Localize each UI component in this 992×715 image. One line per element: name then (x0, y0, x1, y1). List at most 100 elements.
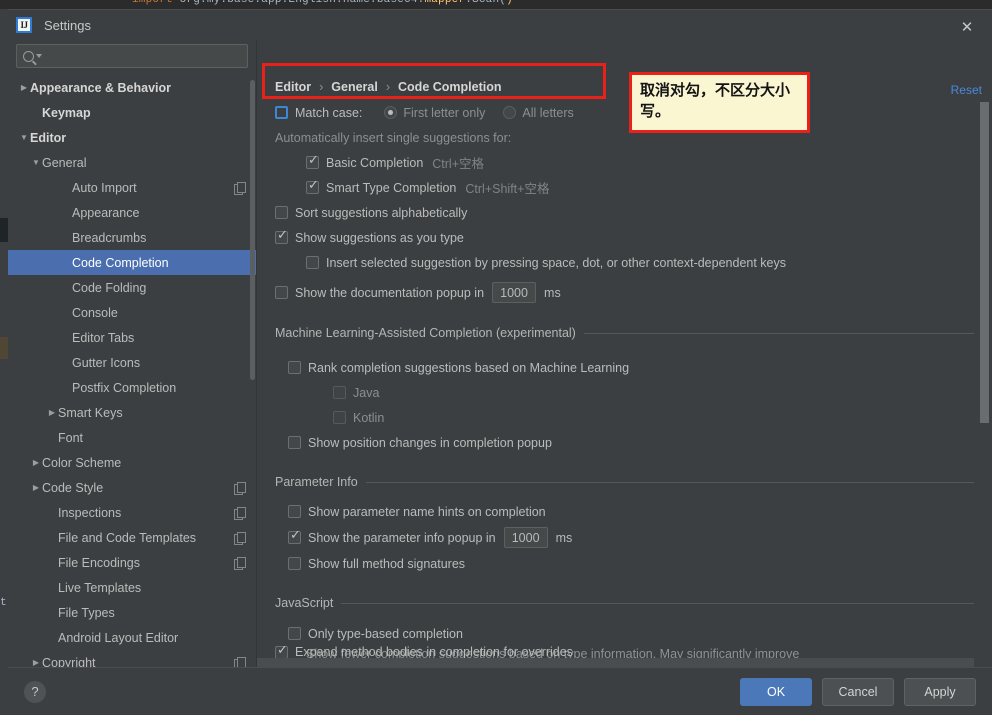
help-icon[interactable]: ? (24, 680, 46, 703)
sidebar-item-appearance-behavior[interactable]: ▶ Appearance & Behavior (8, 75, 256, 100)
sidebar-item-label: Code Completion (72, 255, 169, 270)
ml-java-row: Java (257, 380, 992, 405)
dialog-body: ▶ Appearance & Behavior Keymap ▼ Editor ▼ Gene… (8, 40, 992, 667)
sidebar-item-keymap[interactable]: Keymap (8, 100, 256, 125)
copy-settings-icon[interactable] (234, 481, 246, 495)
settings-tree[interactable]: ▶ Appearance & Behavior Keymap ▼ Editor ▼ Gene… (8, 74, 256, 667)
sidebar-item-live-templates[interactable]: Live Templates (8, 575, 256, 600)
chevron-right-icon[interactable]: ▶ (18, 83, 30, 92)
copy-settings-icon[interactable] (234, 656, 246, 667)
code-token: org.my.base.app.English.name.base64. (179, 0, 425, 6)
chevron-down-icon[interactable] (36, 54, 42, 58)
sidebar-item-android-layout-editor[interactable]: Android Layout Editor (8, 625, 256, 650)
sidebar-item-color-scheme[interactable]: ▶ Color Scheme (8, 450, 256, 475)
chevron-right-icon[interactable]: ▶ (30, 458, 42, 467)
sidebar-scrollbar-thumb[interactable] (250, 80, 255, 380)
first-letter-only-label: First letter only (403, 105, 486, 120)
basic-completion-label: Basic Completion (326, 155, 424, 170)
match-case-checkbox[interactable] (275, 106, 288, 119)
param-name-hints-checkbox[interactable] (288, 505, 301, 518)
sidebar-item-gutter-icons[interactable]: Gutter Icons (8, 350, 256, 375)
sidebar-item-file-types[interactable]: File Types (8, 600, 256, 625)
dialog-titlebar[interactable]: IJ Settings ✕ (8, 10, 992, 40)
breadcrumb: Editor › General › Code Completion (275, 80, 501, 94)
copy-settings-icon[interactable] (234, 531, 246, 545)
search-input[interactable] (46, 48, 241, 64)
breadcrumb-item-editor[interactable]: Editor (275, 80, 311, 94)
sidebar-item-label: Console (72, 305, 118, 320)
all-letters-label: All letters (522, 105, 574, 120)
ml-java-checkbox[interactable] (333, 386, 346, 399)
js-only-type-based-row: Only type-based completion (257, 621, 992, 646)
ml-rank-label: Rank completion suggestions based on Mac… (308, 360, 630, 375)
sidebar-item-breadcrumbs[interactable]: Breadcrumbs (8, 225, 256, 250)
copy-settings-icon[interactable] (234, 506, 246, 520)
sidebar-item-editor-tabs[interactable]: Editor Tabs (8, 325, 256, 350)
basic-completion-row: Basic Completion Ctrl+空格 (257, 150, 992, 175)
sidebar-item-postfix-completion[interactable]: Postfix Completion (8, 375, 256, 400)
background-code-line: import org.my.base.app.English.name.base… (0, 0, 992, 9)
first-letter-only-radio[interactable] (384, 106, 398, 119)
sidebar-item-auto-import[interactable]: Auto Import (8, 175, 256, 200)
parameter-info-group-title: Parameter Info (275, 475, 358, 489)
cancel-button[interactable]: Cancel (822, 677, 894, 706)
search-box[interactable] (16, 44, 248, 68)
show-as-you-type-row: Show suggestions as you type (257, 225, 992, 250)
sidebar-item-label: Copyright (42, 655, 96, 668)
copy-settings-icon[interactable] (234, 556, 246, 570)
ide-left-panel-marker (0, 218, 8, 242)
sidebar-item-code-folding[interactable]: Code Folding (8, 275, 256, 300)
copy-settings-icon[interactable] (234, 181, 246, 195)
sidebar-item-file-and-code-templates[interactable]: File and Code Templates (8, 525, 256, 550)
ml-kotlin-checkbox[interactable] (333, 411, 346, 424)
ml-java-label: Java (353, 385, 380, 400)
js-only-type-based-checkbox[interactable] (288, 627, 301, 640)
sidebar-item-label: Appearance (72, 205, 140, 220)
sidebar-item-code-completion[interactable]: Code Completion (8, 250, 256, 275)
param-info-delay-input[interactable]: 1000 (503, 527, 548, 548)
show-as-you-type-label: Show suggestions as you type (295, 230, 464, 245)
js-clipped-checkbox[interactable] (275, 646, 288, 658)
insert-selected-checkbox[interactable] (306, 256, 319, 269)
sidebar-item-smart-keys[interactable]: ▶ Smart Keys (8, 400, 256, 425)
sidebar-item-console[interactable]: Console (8, 300, 256, 325)
doc-popup-checkbox[interactable] (275, 286, 288, 299)
ml-rank-checkbox[interactable] (288, 361, 301, 374)
sidebar-item-label: Gutter Icons (72, 355, 141, 370)
chevron-down-icon[interactable]: ▼ (18, 133, 30, 142)
breadcrumb-item-general[interactable]: General (331, 80, 378, 94)
sidebar-item-file-encodings[interactable]: File Encodings (8, 550, 256, 575)
sidebar-item-label: Editor (30, 130, 67, 145)
breadcrumb-item-code-completion: Code Completion (398, 80, 502, 94)
reset-link[interactable]: Reset (951, 83, 982, 97)
all-letters-radio[interactable] (503, 106, 517, 119)
show-as-you-type-checkbox[interactable] (275, 228, 288, 244)
param-full-signatures-label: Show full method signatures (308, 556, 466, 571)
param-info-popup-checkbox[interactable] (288, 528, 301, 544)
apply-button[interactable]: Apply (904, 677, 976, 706)
group-divider (341, 602, 974, 604)
chevron-down-icon[interactable]: ▼ (30, 158, 42, 167)
chevron-right-icon[interactable]: ▶ (46, 408, 58, 417)
chevron-right-icon[interactable]: ▶ (30, 483, 42, 492)
dialog-title: Settings (44, 17, 91, 33)
basic-completion-checkbox[interactable] (306, 153, 319, 169)
ok-button[interactable]: OK (740, 677, 812, 706)
param-full-signatures-checkbox[interactable] (288, 557, 301, 570)
sidebar-item-font[interactable]: Font (8, 425, 256, 450)
content-horizontal-scrollbar[interactable] (257, 658, 974, 667)
smart-type-completion-checkbox[interactable] (306, 178, 319, 194)
sidebar-item-appearance[interactable]: Appearance (8, 200, 256, 225)
content-scrollbar-thumb[interactable] (980, 102, 989, 423)
sort-alphabetically-checkbox[interactable] (275, 206, 288, 219)
sidebar-item-inspections[interactable]: Inspections (8, 500, 256, 525)
ml-position-changes-checkbox[interactable] (288, 436, 301, 449)
sidebar-item-code-style[interactable]: ▶ Code Style (8, 475, 256, 500)
chevron-right-icon[interactable]: ▶ (30, 658, 42, 667)
sidebar-item-label: Code Style (42, 480, 104, 495)
doc-popup-delay-input[interactable]: 1000 (492, 282, 537, 303)
sidebar-item-copyright[interactable]: ▶ Copyright (8, 650, 256, 667)
sidebar-item-editor[interactable]: ▼ Editor (8, 125, 256, 150)
close-icon[interactable]: ✕ (956, 18, 978, 36)
sidebar-item-general[interactable]: ▼ General (8, 150, 256, 175)
